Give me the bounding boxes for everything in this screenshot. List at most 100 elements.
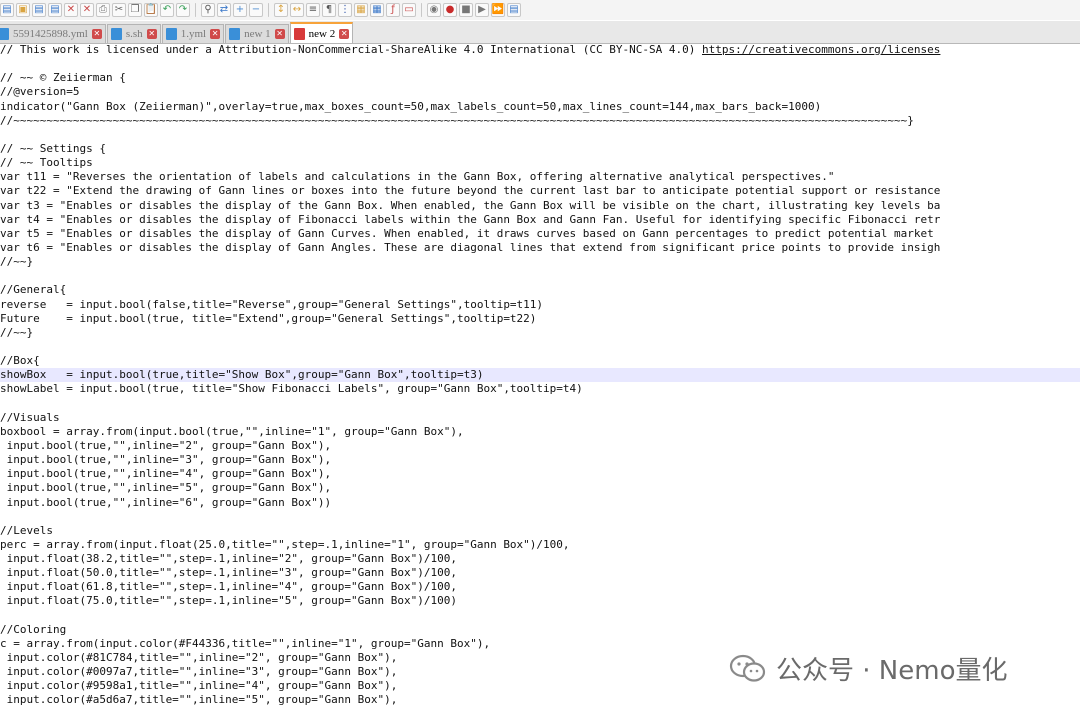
close-tab-icon[interactable]: ✕ [146, 29, 157, 39]
code-line[interactable] [0, 269, 1080, 283]
code-line[interactable]: c = array.from(input.color(#F44336,title… [0, 637, 1080, 651]
macro-play-icon[interactable]: ▶ [475, 3, 489, 17]
show-all-chars-icon[interactable]: ¶ [322, 3, 336, 17]
macro-stop-icon[interactable]: ■ [459, 3, 473, 17]
code-line[interactable]: var t11 = "Reverses the orientation of l… [0, 170, 1080, 184]
find-icon[interactable]: ⚲ [201, 3, 215, 17]
code-line[interactable]: input.bool(true,"",inline="3", group="Ga… [0, 453, 1080, 467]
code-line[interactable]: reverse = input.bool(false,title="Revers… [0, 298, 1080, 312]
code-line[interactable]: // ~~ Tooltips [0, 156, 1080, 170]
save-all-icon[interactable]: ▤ [48, 3, 62, 17]
code-line[interactable] [0, 340, 1080, 354]
code-line[interactable]: //Levels [0, 524, 1080, 538]
code-line[interactable]: indicator("Gann Box (Zeiierman)",overlay… [0, 100, 1080, 114]
macro-run-multiple-icon[interactable]: ⏩ [491, 3, 505, 17]
close-tab-icon[interactable]: ✕ [339, 28, 350, 39]
tab-label: 1.yml [180, 28, 207, 40]
code-line[interactable]: boxbool = array.from(input.bool(true,"",… [0, 425, 1080, 439]
code-line[interactable] [0, 128, 1080, 142]
code-line[interactable]: input.float(38.2,title="",step=.1,inline… [0, 552, 1080, 566]
code-line[interactable]: var t4 = "Enables or disables the displa… [0, 213, 1080, 227]
redo-icon[interactable]: ↷ [176, 3, 190, 17]
code-line[interactable]: showLabel = input.bool(true, title="Show… [0, 382, 1080, 396]
save-icon[interactable]: ▤ [32, 3, 46, 17]
tab-label: new 2 [308, 27, 336, 40]
code-line[interactable]: input.bool(true,"",inline="5", group="Ga… [0, 481, 1080, 495]
open-file-icon[interactable]: ▣ [16, 3, 30, 17]
monitoring-icon[interactable]: ◉ [427, 3, 441, 17]
code-line[interactable]: var t22 = "Extend the drawing of Gann li… [0, 184, 1080, 198]
sync-horizontal-icon[interactable]: ↔ [290, 3, 304, 17]
zoom-in-icon[interactable]: + [233, 3, 247, 17]
tab-label: s.sh [125, 28, 143, 40]
function-list-icon[interactable]: ƒ [386, 3, 400, 17]
code-line[interactable] [0, 510, 1080, 524]
code-line[interactable] [0, 609, 1080, 623]
code-line[interactable]: input.float(75.0,title="",step=.1,inline… [0, 594, 1080, 608]
close-tab-icon[interactable]: ✕ [210, 29, 221, 39]
code-line[interactable]: // ~~ © Zeiierman { [0, 71, 1080, 85]
code-line[interactable]: input.float(50.0,title="",step=.1,inline… [0, 566, 1080, 580]
code-line[interactable] [0, 57, 1080, 71]
close-tab-icon[interactable]: ✕ [274, 29, 285, 39]
watermark: 公众号 · Nemo量化 [728, 650, 1007, 687]
close-tab-icon[interactable]: ✕ [91, 29, 102, 39]
tab-2[interactable]: 1.yml ✕ [161, 24, 225, 43]
tab-bar: 5591425898.yml ✕ s.sh ✕ 1.yml ✕ new 1 ✕ new 2 ✕ [0, 21, 1080, 44]
watermark-text: 公众号 · Nemo量化 [776, 656, 1008, 686]
tab-4[interactable]: new 2 ✕ [289, 22, 354, 43]
document-map-icon[interactable]: ▦ [370, 3, 384, 17]
code-line[interactable]: //Visuals [0, 411, 1080, 425]
paste-icon[interactable]: 📋 [144, 3, 158, 17]
code-line[interactable]: input.float(61.8,title="",step=.1,inline… [0, 580, 1080, 594]
wechat-icon [729, 654, 766, 682]
close-all-icon[interactable]: ✕ [80, 3, 94, 17]
code-line[interactable]: input.bool(true,"",inline="6", group="Ga… [0, 496, 1080, 510]
toolbar-separator [268, 3, 269, 17]
undo-icon[interactable]: ↶ [160, 3, 174, 17]
license-link[interactable]: https://creativecommons.org/licenses [702, 43, 940, 56]
code-line[interactable]: //~~} [0, 326, 1080, 340]
code-line[interactable]: //General{ [0, 283, 1080, 297]
code-line[interactable]: // ~~ Settings { [0, 142, 1080, 156]
code-line[interactable]: input.bool(true,"",inline="2", group="Ga… [0, 439, 1080, 453]
tab-1[interactable]: s.sh ✕ [106, 24, 161, 43]
tab-3[interactable]: new 1 ✕ [225, 24, 289, 43]
file-save-state-icon [110, 28, 122, 40]
word-wrap-icon[interactable]: ≡ [306, 3, 320, 17]
code-editor[interactable]: // This work is licensed under a Attribu… [0, 43, 1080, 712]
code-line[interactable]: input.color(#a5d6a7,title="",inline="5",… [0, 693, 1080, 707]
language-user-icon[interactable]: ▦ [354, 3, 368, 17]
code-line[interactable]: var t6 = "Enables or disables the displa… [0, 241, 1080, 255]
code-line[interactable]: //Coloring [0, 623, 1080, 637]
tab-0[interactable]: 5591425898.yml ✕ [0, 24, 106, 43]
copy-icon[interactable]: ❐ [128, 3, 142, 17]
replace-icon[interactable]: ⇄ [217, 3, 231, 17]
code-line[interactable]: //~~~~~~~~~~~~~~~~~~~~~~~~~~~~~~~~~~~~~~… [0, 114, 1080, 128]
code-line[interactable]: //~~} [0, 255, 1080, 269]
cut-icon[interactable]: ✂ [112, 3, 126, 17]
new-file-icon[interactable]: ▤ [0, 3, 14, 17]
code-line[interactable]: // This work is licensed under a Attribu… [0, 43, 1080, 57]
indent-guide-icon[interactable]: ⋮ [338, 3, 352, 17]
sync-vertical-icon[interactable]: ↕ [274, 3, 288, 17]
code-line[interactable]: var t5 = "Enables or disables the displa… [0, 227, 1080, 241]
tab-label: new 1 [244, 28, 271, 40]
tab-label: 5591425898.yml [13, 28, 88, 40]
code-line[interactable]: showBox = input.bool(true,title="Show Bo… [0, 368, 1080, 383]
code-line[interactable]: perc = array.from(input.float(25.0,title… [0, 538, 1080, 552]
macro-record-icon[interactable]: ● [443, 3, 457, 17]
code-line[interactable]: var t3 = "Enables or disables the displa… [0, 199, 1080, 213]
code-line[interactable]: input.bool(true,"",inline="4", group="Ga… [0, 467, 1080, 481]
macro-save-icon[interactable]: ▤ [507, 3, 521, 17]
code-line[interactable]: Future = input.bool(true, title="Extend"… [0, 312, 1080, 326]
code-line[interactable]: //@version=5 [0, 85, 1080, 99]
toolbar-separator [195, 3, 196, 17]
print-icon[interactable]: ⎙ [96, 3, 110, 17]
close-icon[interactable]: ✕ [64, 3, 78, 17]
zoom-out-icon[interactable]: − [249, 3, 263, 17]
code-line[interactable]: //Box{ [0, 354, 1080, 368]
toolbar-separator [421, 3, 422, 17]
folder-as-workspace-icon[interactable]: ▭ [402, 3, 416, 17]
code-line[interactable] [0, 397, 1080, 411]
